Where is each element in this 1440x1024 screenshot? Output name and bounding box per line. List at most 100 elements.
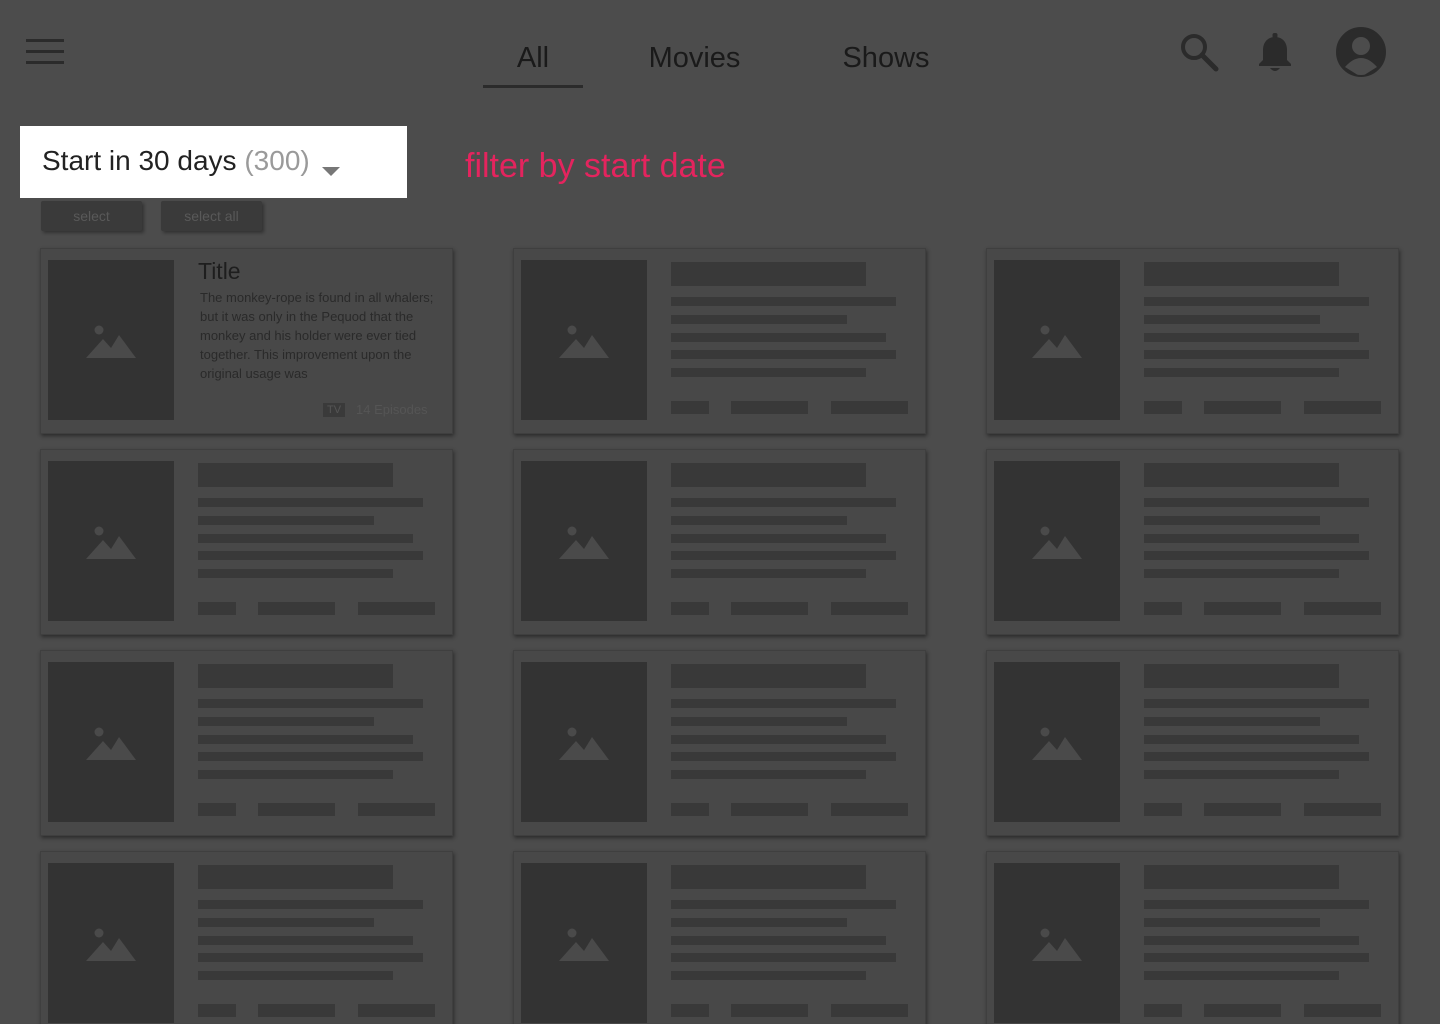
placeholder-tag xyxy=(731,1004,808,1017)
placeholder-line xyxy=(1144,551,1369,560)
placeholder-tag xyxy=(671,602,709,615)
placeholder-line xyxy=(198,569,393,578)
placeholder-line xyxy=(1144,699,1369,708)
card-thumbnail xyxy=(48,662,174,822)
placeholder-tag xyxy=(258,803,335,816)
card-thumbnail xyxy=(521,662,647,822)
placeholder-tag xyxy=(731,803,808,816)
placeholder-line xyxy=(198,498,423,507)
card-thumbnail xyxy=(994,662,1120,822)
placeholder-tag xyxy=(831,401,908,414)
image-placeholder-icon xyxy=(1032,928,1082,961)
content-card[interactable]: Title The monkey-rope is found in all wha… xyxy=(40,248,453,434)
image-placeholder-icon xyxy=(559,325,609,358)
image-placeholder-icon xyxy=(86,325,136,358)
chevron-down-icon xyxy=(322,167,340,176)
image-placeholder-icon xyxy=(86,928,136,961)
content-card[interactable] xyxy=(40,851,453,1024)
placeholder-tag xyxy=(1204,1004,1281,1017)
filter-label-text: Start in 30 days xyxy=(42,145,237,176)
placeholder-tag xyxy=(671,1004,709,1017)
placeholder-line xyxy=(671,918,847,927)
card-thumbnail xyxy=(521,260,647,420)
placeholder-tag xyxy=(358,803,435,816)
start-date-filter-dropdown[interactable]: Start in 30 days (300) xyxy=(20,126,407,198)
placeholder-line xyxy=(198,770,393,779)
avatar-icon[interactable] xyxy=(1336,27,1386,77)
select-button[interactable]: select xyxy=(41,201,142,231)
image-placeholder-icon xyxy=(559,526,609,559)
content-card[interactable] xyxy=(986,248,1399,434)
placeholder-line xyxy=(1144,735,1359,744)
placeholder-line xyxy=(198,534,413,543)
bell-icon[interactable] xyxy=(1257,33,1293,73)
tab-movies[interactable]: Movies xyxy=(637,38,752,78)
placeholder-line xyxy=(1144,569,1339,578)
placeholder-title xyxy=(198,865,393,889)
placeholder-tag xyxy=(1204,401,1281,414)
filter-label: Start in 30 days (300) xyxy=(42,145,310,177)
placeholder-title xyxy=(198,664,393,688)
placeholder-line xyxy=(1144,900,1369,909)
placeholder-title xyxy=(671,262,866,286)
placeholder-line xyxy=(1144,368,1339,377)
image-placeholder-icon xyxy=(1032,325,1082,358)
filter-count: (300) xyxy=(244,145,310,176)
placeholder-title xyxy=(1144,865,1339,889)
placeholder-tag xyxy=(198,602,236,615)
placeholder-line xyxy=(671,498,896,507)
card-thumbnail xyxy=(521,863,647,1023)
image-placeholder-icon xyxy=(559,727,609,760)
placeholder-tag xyxy=(1304,401,1381,414)
placeholder-tag xyxy=(358,602,435,615)
content-card[interactable] xyxy=(986,650,1399,836)
placeholder-tag xyxy=(1144,1004,1182,1017)
placeholder-line xyxy=(671,752,896,761)
content-card[interactable] xyxy=(40,449,453,635)
tab-all[interactable]: All xyxy=(483,38,583,78)
placeholder-line xyxy=(198,717,374,726)
hamburger-menu-icon[interactable] xyxy=(26,39,64,65)
content-card[interactable] xyxy=(513,449,926,635)
episode-count: 14 Episodes xyxy=(356,402,428,417)
placeholder-line xyxy=(198,551,423,560)
placeholder-tag xyxy=(731,602,808,615)
content-card[interactable] xyxy=(513,650,926,836)
placeholder-line xyxy=(198,953,423,962)
placeholder-tag xyxy=(831,602,908,615)
card-thumbnail xyxy=(994,863,1120,1023)
placeholder-tag xyxy=(1144,401,1182,414)
placeholder-line xyxy=(1144,297,1369,306)
placeholder-line xyxy=(1144,918,1320,927)
content-card[interactable] xyxy=(513,248,926,434)
placeholder-tag xyxy=(1304,1004,1381,1017)
placeholder-tag xyxy=(1204,602,1281,615)
placeholder-line xyxy=(1144,752,1369,761)
placeholder-line xyxy=(198,936,413,945)
image-placeholder-icon xyxy=(1032,727,1082,760)
tab-shows[interactable]: Shows xyxy=(831,38,941,78)
placeholder-tag xyxy=(258,1004,335,1017)
content-card[interactable] xyxy=(513,851,926,1024)
search-icon[interactable] xyxy=(1179,32,1219,72)
placeholder-line xyxy=(671,350,896,359)
placeholder-tag xyxy=(198,1004,236,1017)
placeholder-line xyxy=(671,516,847,525)
active-tab-indicator xyxy=(483,85,583,88)
placeholder-title xyxy=(671,664,866,688)
annotation-note: filter by start date xyxy=(465,147,726,185)
content-card[interactable] xyxy=(986,851,1399,1024)
placeholder-tag xyxy=(1144,803,1182,816)
content-card[interactable] xyxy=(40,650,453,836)
placeholder-line xyxy=(198,918,374,927)
select-all-button[interactable]: select all xyxy=(161,201,262,231)
placeholder-line xyxy=(671,971,866,980)
placeholder-line xyxy=(198,971,393,980)
placeholder-line xyxy=(671,333,886,342)
placeholder-tag xyxy=(1304,602,1381,615)
placeholder-line xyxy=(671,368,866,377)
placeholder-line xyxy=(198,699,423,708)
content-card[interactable] xyxy=(986,449,1399,635)
placeholder-line xyxy=(1144,315,1320,324)
placeholder-line xyxy=(671,900,896,909)
